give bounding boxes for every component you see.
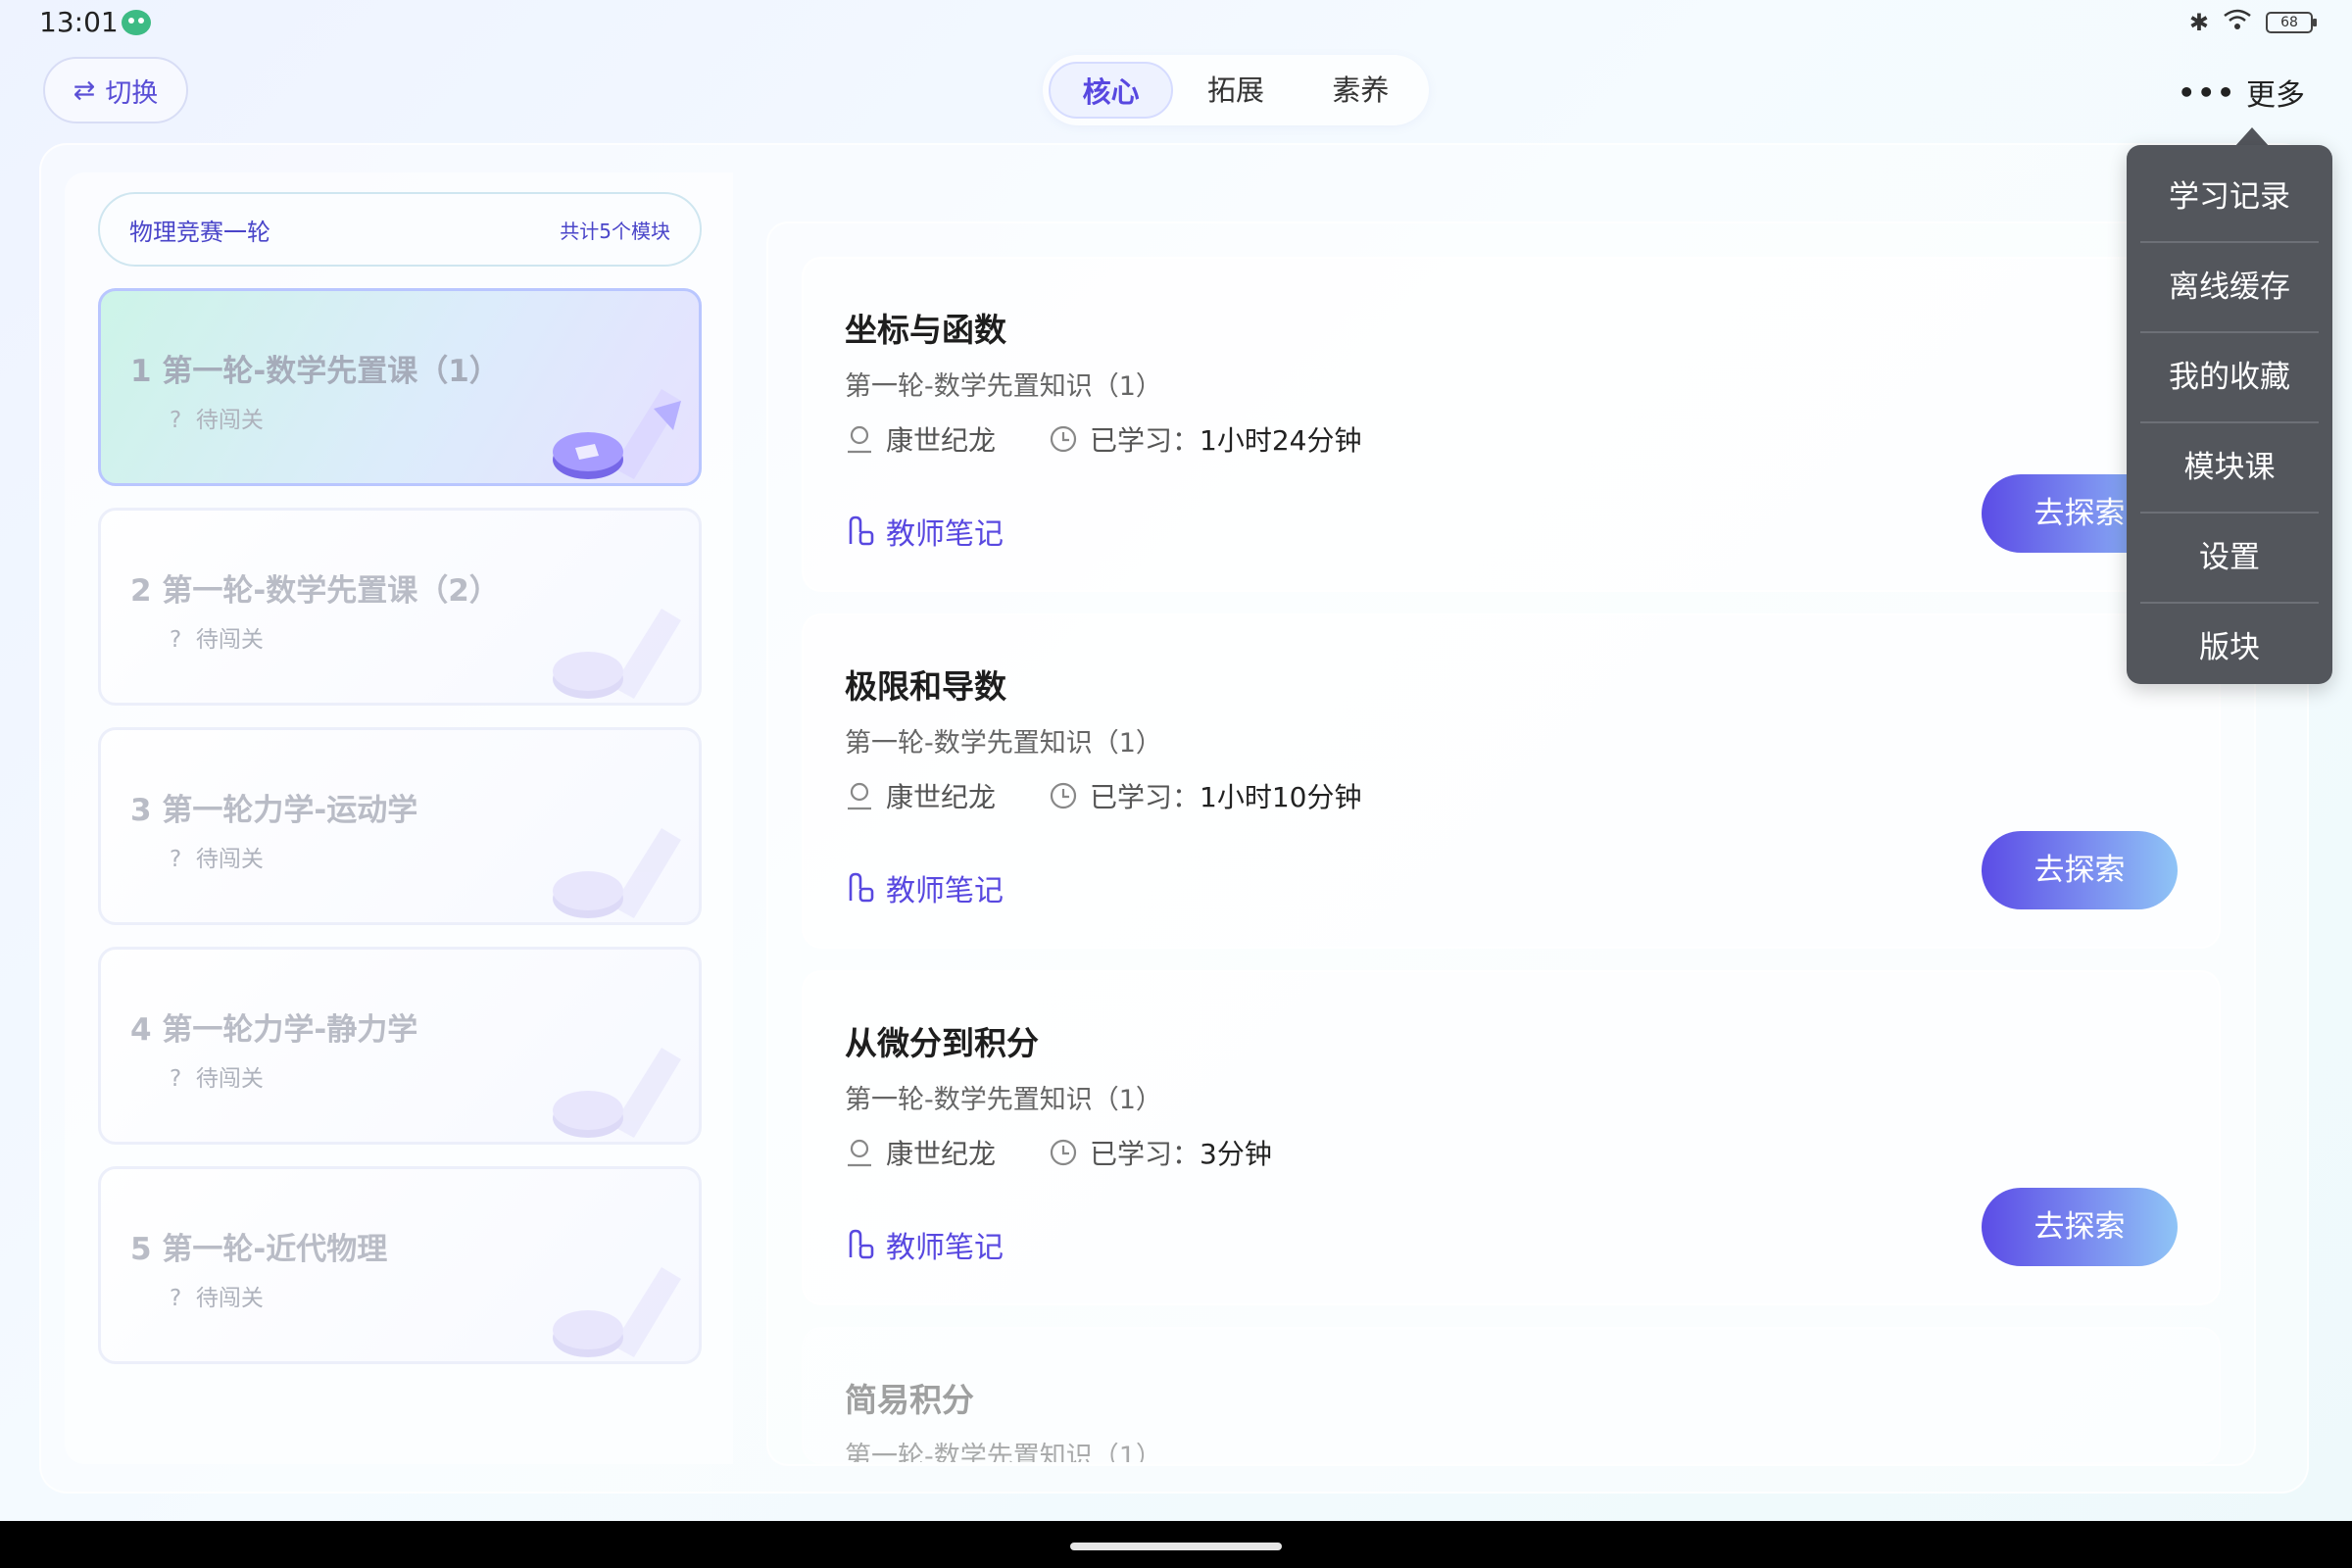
studied-label: 已学习： (1090, 781, 1200, 813)
switch-label: 切换 (105, 77, 159, 109)
system-nav-bar (0, 1521, 2352, 1568)
menu-item-favorites[interactable]: 我的收藏 (2140, 333, 2319, 423)
lesson-title: 极限和导数 (845, 667, 1006, 706)
module-status: ? 待闯关 (170, 408, 264, 433)
teacher-name: 康世纪龙 (886, 1138, 997, 1170)
module-status: ? 待闯关 (170, 1066, 264, 1092)
app-notification-icon (122, 10, 151, 35)
book-illustration-icon (553, 1267, 681, 1357)
person-icon (848, 425, 871, 454)
teacher-name: 康世纪龙 (886, 781, 997, 813)
teacher-notes-link[interactable]: 教师笔记 (845, 866, 1004, 909)
lesson-title: 从微分到积分 (845, 1024, 1039, 1062)
module-title: 4 第一轮力学-静力学 (130, 1012, 418, 1048)
module-item[interactable]: 2 第一轮-数学先置课（2） ? 待闯关 (98, 508, 702, 706)
module-item[interactable]: 4 第一轮力学-静力学 ? 待闯关 (98, 947, 702, 1145)
lesson-card: 坐标与函数 第一轮-数学先置知识（1） 康世纪龙 已学习： 1小时24分钟 教师… (802, 257, 2221, 592)
status-time: 13:01 (39, 6, 119, 38)
person-icon (848, 782, 871, 810)
switch-button[interactable]: ⇄ 切换 (43, 57, 188, 123)
lesson-card: 简易积分 第一轮-数学先置知识（1） (802, 1327, 2221, 1464)
more-menu: 学习记录 离线缓存 我的收藏 模块课 设置 版块 (2127, 145, 2332, 684)
swap-icon: ⇄ (73, 74, 96, 106)
teacher-notes-label: 教师笔记 (886, 874, 1004, 908)
menu-item-offline-cache[interactable]: 离线缓存 (2140, 243, 2319, 333)
lesson-subtitle: 第一轮-数学先置知识（1） (845, 371, 1162, 402)
teacher-notes-link[interactable]: 教师笔记 (845, 1223, 1004, 1266)
notes-icon (849, 1229, 874, 1259)
course-header[interactable]: 物理竞赛一轮 共计5个模块 (98, 192, 702, 267)
clock-icon (1050, 425, 1077, 453)
wifi-icon (2223, 8, 2252, 37)
module-item[interactable]: 1 第一轮-数学先置课（1） ? 待闯关 (98, 288, 702, 486)
teacher-notes-label: 教师笔记 (886, 517, 1004, 552)
notes-icon (849, 872, 874, 903)
explore-button[interactable]: 去探索 (1982, 1188, 2178, 1266)
module-count: 共计5个模块 (560, 219, 670, 243)
menu-item-module-course[interactable]: 模块课 (2140, 423, 2319, 514)
status-icons: ✱ 68 (2188, 8, 2317, 37)
tab-core[interactable]: 核心 (1049, 62, 1174, 119)
course-name: 物理竞赛一轮 (129, 218, 270, 246)
lesson-title: 坐标与函数 (845, 311, 1006, 349)
module-status: ? 待闯关 (170, 847, 264, 872)
menu-item-section[interactable]: 版块 (2140, 604, 2319, 694)
tab-literacy[interactable]: 素养 (1298, 62, 1423, 119)
lesson-card: 极限和导数 第一轮-数学先置知识（1） 康世纪龙 已学习： 1小时10分钟 教师… (802, 613, 2221, 949)
studied-value: 1小时10分钟 (1200, 781, 1362, 813)
module-item[interactable]: 3 第一轮力学-运动学 ? 待闯关 (98, 727, 702, 925)
module-title: 3 第一轮力学-运动学 (130, 793, 418, 828)
lesson-card: 从微分到积分 第一轮-数学先置知识（1） 康世纪龙 已学习： 3分钟 教师笔记 … (802, 970, 2221, 1305)
module-title: 1 第一轮-数学先置课（1） (130, 354, 500, 389)
module-title: 2 第一轮-数学先置课（2） (130, 573, 500, 609)
menu-item-settings[interactable]: 设置 (2140, 514, 2319, 604)
teacher-notes-label: 教师笔记 (886, 1231, 1004, 1265)
home-indicator[interactable] (1070, 1543, 1282, 1550)
battery-icon: 68 (2266, 12, 2317, 33)
teacher-notes-link[interactable]: 教师笔记 (845, 510, 1004, 553)
lesson-meta: 康世纪龙 已学习： 3分钟 (845, 1133, 1272, 1172)
lesson-subtitle: 第一轮-数学先置知识（1） (845, 1085, 1162, 1115)
more-button[interactable]: ••• 更多 (2178, 71, 2305, 114)
teacher-name: 康世纪龙 (886, 424, 997, 457)
lesson-meta: 康世纪龙 已学习： 1小时10分钟 (845, 776, 1361, 815)
book-illustration-icon (553, 609, 681, 699)
tab-bar: 核心 拓展 素养 (1043, 55, 1429, 125)
person-icon (848, 1139, 871, 1167)
studied-value: 1小时24分钟 (1200, 424, 1362, 457)
explore-button[interactable]: 去探索 (1982, 831, 2178, 909)
studied-value: 3分钟 (1200, 1138, 1272, 1170)
lesson-subtitle: 第一轮-数学先置知识（1） (845, 728, 1162, 759)
module-title: 5 第一轮-近代物理 (130, 1232, 388, 1267)
studied-label: 已学习： (1090, 1138, 1200, 1170)
lesson-title: 简易积分 (845, 1381, 974, 1419)
status-bar: 13:01 ✱ 68 (0, 0, 2352, 49)
more-label: 更多 (2246, 78, 2305, 113)
notes-icon (849, 515, 874, 546)
tab-extend[interactable]: 拓展 (1173, 62, 1298, 119)
studied-label: 已学习： (1090, 424, 1200, 457)
menu-caret (2234, 127, 2270, 147)
book-illustration-icon (553, 1048, 681, 1138)
lesson-subtitle: 第一轮-数学先置知识（1） (845, 1442, 1162, 1464)
lesson-meta: 康世纪龙 已学习： 1小时24分钟 (845, 419, 1361, 459)
book-illustration-icon (553, 389, 681, 479)
clock-icon (1050, 1139, 1077, 1166)
bluetooth-icon: ✱ (2188, 9, 2209, 36)
module-item[interactable]: 5 第一轮-近代物理 ? 待闯关 (98, 1166, 702, 1364)
module-status: ? 待闯关 (170, 1286, 264, 1311)
module-status: ? 待闯关 (170, 627, 264, 653)
clock-icon (1050, 782, 1077, 809)
book-illustration-icon (553, 828, 681, 918)
more-dots-icon: ••• (2178, 75, 2236, 109)
menu-item-study-record[interactable]: 学习记录 (2140, 153, 2319, 243)
